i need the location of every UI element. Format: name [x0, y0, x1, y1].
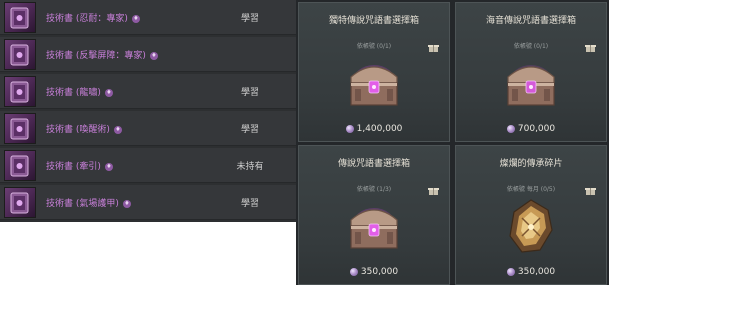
shop-item-card[interactable]: 海音傳說咒語書選擇箱 依帳號 (0/1) 700,000: [455, 2, 607, 142]
grade-badge-icon: ♦: [104, 162, 113, 171]
shop-item-card[interactable]: 傳說咒語書選擇箱 依帳號 (1/3) 350,000: [298, 145, 450, 285]
chest-icon: [507, 65, 555, 106]
grade-badge-icon: ♦: [113, 125, 122, 134]
skill-book-name: 技術書 (牽引) ♦: [46, 162, 113, 172]
gift-icon[interactable]: [428, 43, 439, 52]
skill-book-icon: [4, 39, 36, 70]
purchase-limit: 依帳號 (0/1): [356, 43, 392, 50]
chest-icon: [350, 65, 398, 106]
price: 350,000: [299, 267, 449, 277]
price: 700,000: [456, 124, 606, 134]
grade-badge-icon: ♦: [122, 199, 131, 208]
price: 1,400,000: [299, 124, 449, 134]
skill-book-row[interactable]: 技術書 (喚醒術) ♦ 學習: [0, 111, 296, 146]
shop-item-grid: 獨特傳說咒語書選擇箱 依帳號 (0/1) 1,400,000 海音傳說咒語書選擇…: [296, 0, 609, 285]
currency-icon: [345, 124, 354, 133]
skill-book-row[interactable]: 技術書 (牽引) ♦ 未持有: [0, 148, 296, 183]
skill-book-row[interactable]: 技術書 (氣場護甲) ♦ 學習: [0, 185, 296, 220]
shard-icon: [509, 199, 553, 253]
item-title: 獨特傳說咒語書選擇箱: [328, 16, 419, 26]
skill-book-name: 技術書 (龍嘯) ♦: [46, 88, 113, 98]
purchase-limit: 依帳號 (0/1): [513, 43, 549, 50]
skill-book-row[interactable]: 技術書 (反擊屏障：專家) ♦: [0, 37, 296, 72]
learn-status[interactable]: 學習: [210, 11, 290, 24]
skill-book-name: 技術書 (喚醒術) ♦: [46, 125, 122, 135]
currency-icon: [506, 124, 515, 133]
skill-book-name: 技術書 (忍耐：專家) ♦: [46, 14, 140, 24]
purchase-limit: 依帳號 每月 (0/5): [506, 186, 556, 193]
grade-badge-icon: ♦: [131, 14, 140, 23]
skill-book-name: 技術書 (反擊屏障：專家) ♦: [46, 51, 158, 61]
skill-book-row[interactable]: 技術書 (忍耐：專家) ♦ 學習: [0, 0, 296, 35]
skill-book-row[interactable]: 技術書 (龍嘯) ♦ 學習: [0, 74, 296, 109]
learn-status[interactable]: 學習: [210, 196, 290, 209]
item-title: 傳說咒語書選擇箱: [337, 159, 410, 169]
skill-book-icon: [4, 76, 36, 107]
currency-icon: [506, 267, 515, 276]
learn-status[interactable]: 學習: [210, 122, 290, 135]
skill-book-list: 技術書 (忍耐：專家) ♦ 學習 技術書 (反擊屏障：專家) ♦ 技術書 (龍嘯) ♦…: [0, 0, 296, 222]
gift-icon[interactable]: [585, 186, 596, 195]
learn-status: 未持有: [236, 162, 264, 172]
shop-item-card[interactable]: 獨特傳說咒語書選擇箱 依帳號 (0/1) 1,400,000: [298, 2, 450, 142]
purchase-limit: 依帳號 (1/3): [356, 186, 392, 193]
shop-item-card[interactable]: 燦爛的傳承碎片 依帳號 每月 (0/5) 350,000: [455, 145, 607, 285]
item-title: 燦爛的傳承碎片: [499, 159, 563, 169]
skill-book-icon: [4, 187, 36, 218]
grade-badge-icon: ♦: [149, 51, 158, 60]
skill-book-icon: [4, 150, 36, 181]
grade-badge-icon: ♦: [104, 88, 113, 97]
price: 350,000: [456, 267, 606, 277]
chest-icon: [350, 208, 398, 249]
skill-book-icon: [4, 2, 36, 33]
skill-book-name: 技術書 (氣場護甲) ♦: [46, 199, 131, 209]
currency-icon: [349, 267, 358, 276]
skill-book-icon: [4, 113, 36, 144]
item-title: 海音傳說咒語書選擇箱: [485, 16, 576, 26]
learn-status[interactable]: 學習: [210, 85, 290, 98]
gift-icon[interactable]: [585, 43, 596, 52]
gift-icon[interactable]: [428, 186, 439, 195]
